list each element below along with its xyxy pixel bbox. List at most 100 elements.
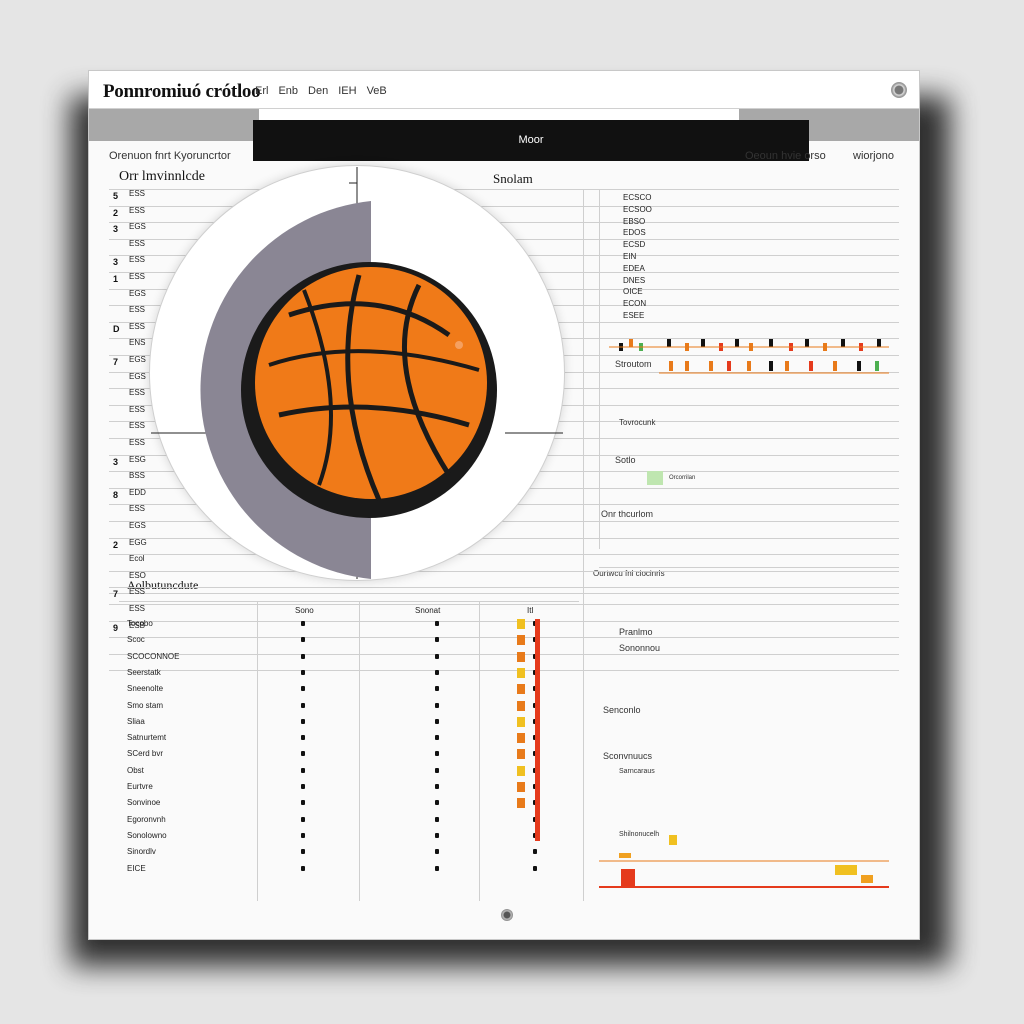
chart-point — [669, 361, 673, 371]
table-cell-mark — [435, 686, 439, 692]
chart-point — [727, 361, 731, 371]
chart-point — [785, 361, 789, 371]
table-row-label: SCOCONNOE — [127, 651, 180, 661]
table-header: Sono — [295, 606, 314, 615]
grid-line — [599, 567, 899, 568]
left-row-label: Ecol — [129, 554, 145, 564]
menu-item[interactable]: VeB — [367, 85, 387, 97]
table-row-label: Egoronvnh — [127, 814, 166, 824]
left-row-label: EGS — [129, 521, 146, 530]
chart-point — [685, 361, 689, 371]
bar — [621, 869, 635, 887]
table-cell-mark — [301, 751, 305, 757]
left-row-label: ESS — [129, 255, 146, 265]
left-row-mark: 9 — [113, 622, 119, 633]
table-cell-mark — [435, 653, 439, 659]
right-row-label: DNES — [623, 275, 646, 285]
table-cell-mark — [435, 784, 439, 789]
table-cell-mark — [435, 800, 439, 806]
left-row-mark: 8 — [113, 489, 119, 500]
legend-b: Tovrocunk — [619, 418, 656, 427]
table-cell-mark — [301, 653, 305, 659]
left-row-mark: 1 — [113, 274, 119, 284]
table-header: Itl — [527, 606, 534, 615]
lower-right-label: Sononnou — [619, 643, 661, 653]
grid-line — [599, 189, 600, 549]
table-cell-mark — [301, 800, 305, 806]
left-row-label: ESS — [129, 305, 146, 315]
menu-item[interactable]: IEH — [338, 85, 356, 97]
grid-line — [479, 601, 480, 901]
table-cell-mark — [301, 784, 305, 789]
table-row-label: Satnurtemt — [127, 733, 167, 743]
left-row-label: ESS — [129, 272, 146, 281]
left-row-label: ESO — [129, 570, 146, 580]
table-bar — [517, 667, 525, 678]
scroll-knob-icon[interactable] — [501, 909, 513, 921]
lower-bar-chart — [599, 835, 889, 888]
right-row-label: ESEE — [623, 311, 645, 320]
table-bar — [517, 749, 525, 760]
app-window: Ponnromiuó crótloo Erl Enb Den IEH VeB M… — [88, 70, 920, 940]
toolbar-right-label: Oeoun hvie orso — [745, 150, 826, 162]
left-row-label: EGS — [129, 355, 146, 364]
chart-point — [629, 339, 633, 347]
basketball-icon — [151, 167, 563, 579]
left-row-label: ESS — [129, 321, 146, 331]
table-bar — [517, 619, 525, 629]
left-row-label: ESG — [129, 454, 146, 464]
table-cell-mark — [435, 637, 439, 643]
left-row-label: EGG — [129, 537, 147, 547]
legend-swatch — [647, 471, 663, 485]
table-cell-mark — [301, 832, 305, 838]
chart-point — [735, 339, 739, 347]
table-row-label: Sonvinoe — [127, 798, 161, 808]
table-cell-mark — [301, 669, 305, 675]
table-row-label: Sliaa — [127, 716, 145, 726]
table-cell-mark — [435, 621, 439, 626]
left-row-mark: 2 — [113, 539, 119, 550]
lower-right-label: Senconlo — [603, 705, 641, 715]
bar — [861, 875, 873, 883]
grid-line — [109, 587, 899, 589]
grid-line — [583, 189, 584, 609]
chart-point — [841, 339, 845, 347]
table-cell-mark — [533, 849, 537, 855]
menu-item[interactable]: Erl — [255, 85, 268, 97]
right-row-label: EDEA — [623, 263, 645, 273]
menu-item[interactable]: Enb — [278, 85, 298, 97]
chart-point — [769, 339, 773, 347]
table-cell-mark — [301, 637, 305, 643]
legend-d: Orcorrilan — [669, 475, 696, 481]
chart-point — [833, 361, 837, 371]
tab-active[interactable]: Moor — [253, 120, 809, 161]
table-row-label: Sonolowno — [127, 830, 167, 840]
left-row-label: ESS — [129, 438, 146, 447]
right-row-label: ECSCO — [623, 193, 652, 202]
grid-line — [109, 670, 899, 672]
table-row-label: Eurtvre — [127, 782, 153, 791]
table-cell-mark — [301, 816, 305, 822]
table-row-label: Sinordlv — [127, 847, 156, 857]
left-row-mark: 3 — [113, 456, 119, 467]
grid-line — [109, 593, 899, 594]
left-row-label: EGS — [129, 371, 146, 381]
left-row-mark: 2 — [113, 207, 119, 218]
window-control-icon[interactable] — [891, 82, 907, 98]
table-cell-mark — [301, 865, 305, 871]
chart-point — [747, 361, 751, 371]
left-row-mark: 3 — [113, 224, 119, 235]
menu-item[interactable]: Den — [308, 85, 328, 97]
table-bar — [517, 782, 525, 792]
left-row-label: ESS — [129, 504, 146, 514]
table-cell-mark — [435, 767, 439, 773]
dot-chart — [609, 339, 889, 374]
table-bar — [517, 765, 525, 776]
left-row-label: EGS — [129, 288, 146, 298]
grid-line — [109, 604, 899, 605]
left-row-label: BSS — [129, 471, 146, 481]
bar — [669, 835, 677, 845]
grid-line — [109, 637, 899, 639]
table-cell-mark — [301, 702, 305, 708]
left-row-label: ESS — [129, 604, 146, 613]
